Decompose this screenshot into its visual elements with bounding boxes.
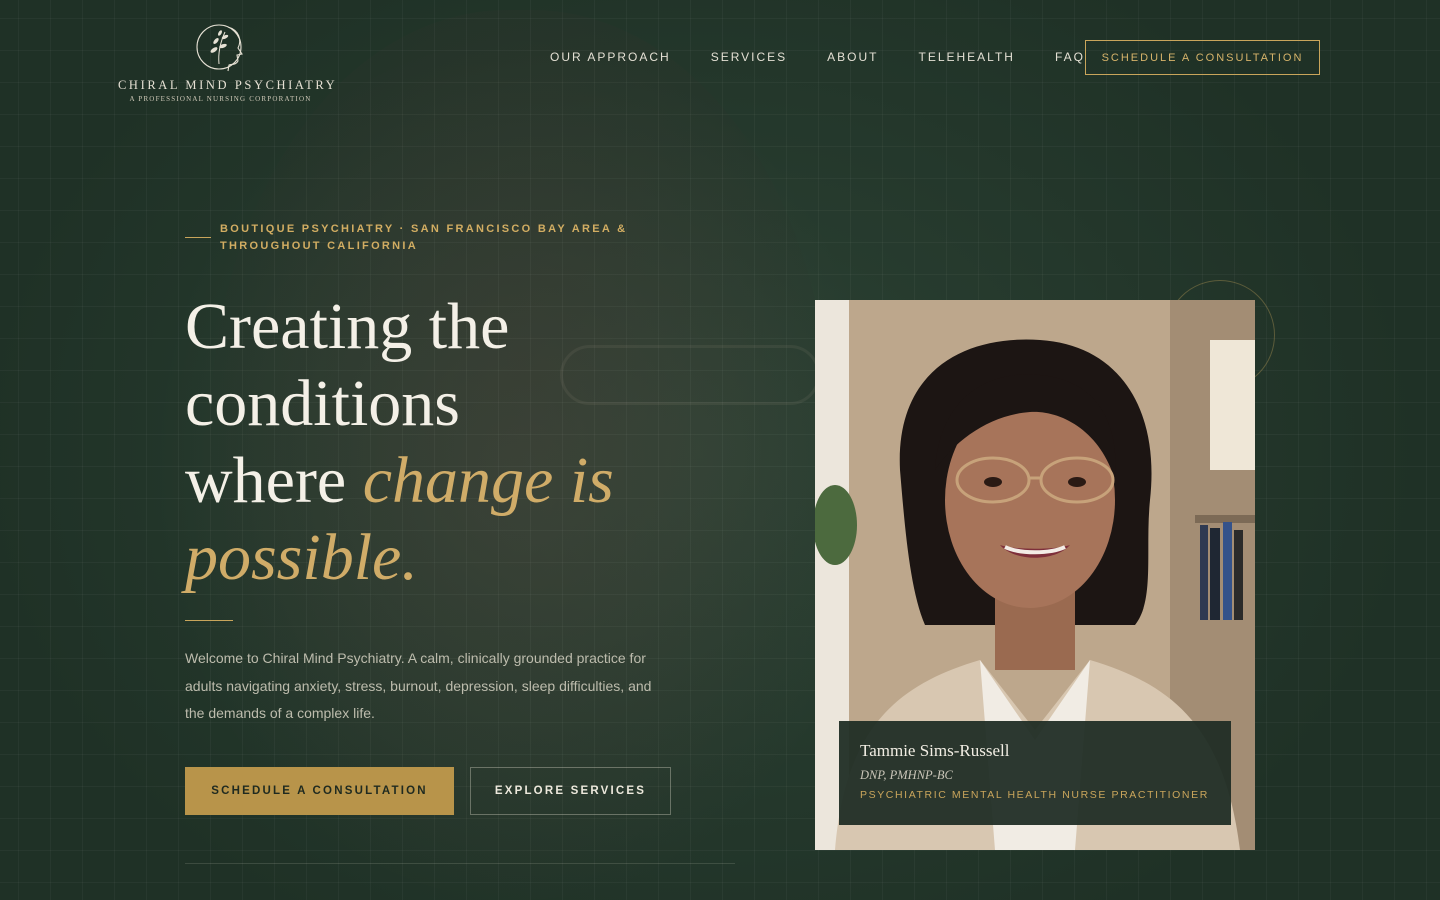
headline-line-3: where: [185, 444, 363, 517]
headline-accent-1: change is: [362, 444, 614, 517]
nav-item-about[interactable]: ABOUT: [827, 50, 878, 64]
main-nav: OUR APPROACH SERVICES ABOUT TELEHEALTH F…: [550, 50, 1085, 64]
hero-eyebrow: BOUTIQUE PSYCHIATRY · SAN FRANCISCO BAY …: [220, 223, 628, 252]
hero-lede: Welcome to Chiral Mind Psychiatry. A cal…: [185, 650, 652, 721]
headline-divider: [185, 620, 233, 621]
headline-line-1: Creating the: [185, 290, 510, 363]
provider-credentials: DNP, PMHNP-BC: [860, 768, 953, 782]
nav-item-our-approach[interactable]: OUR APPROACH: [550, 50, 671, 64]
site-logo[interactable]: CHIRAL MIND PSYCHIATRY A PROFESSIONAL NU…: [118, 18, 338, 103]
nav-item-services[interactable]: SERVICES: [711, 50, 787, 64]
nav-item-faq[interactable]: FAQ: [1055, 50, 1085, 64]
brand-tagline: A PROFESSIONAL NURSING CORPORATION: [129, 95, 312, 103]
brand-name: CHIRAL MIND PSYCHIATRY: [118, 78, 338, 92]
eyebrow-rule: [185, 237, 211, 238]
section-divider: [185, 863, 735, 864]
explore-services-button[interactable]: EXPLORE SERVICES: [470, 767, 671, 815]
headline-accent-2: possible.: [185, 521, 418, 594]
nav-item-telehealth[interactable]: TELEHEALTH: [919, 50, 1015, 64]
provider-role: PSYCHIATRIC MENTAL HEALTH NURSE PRACTITI…: [860, 789, 1209, 801]
hero-headline: Creating the conditions where change is …: [185, 288, 745, 596]
header-schedule-button[interactable]: SCHEDULE A CONSULTATION: [1085, 40, 1320, 75]
headline-line-2: conditions: [185, 367, 460, 440]
logo-head-leaf-icon: [195, 24, 243, 72]
provider-caption-card: Tammie Sims-Russell DNP, PMHNP-BC PSYCHI…: [839, 721, 1231, 825]
provider-name: Tammie Sims-Russell: [860, 741, 1010, 760]
schedule-consultation-button[interactable]: SCHEDULE A CONSULTATION: [185, 767, 454, 815]
